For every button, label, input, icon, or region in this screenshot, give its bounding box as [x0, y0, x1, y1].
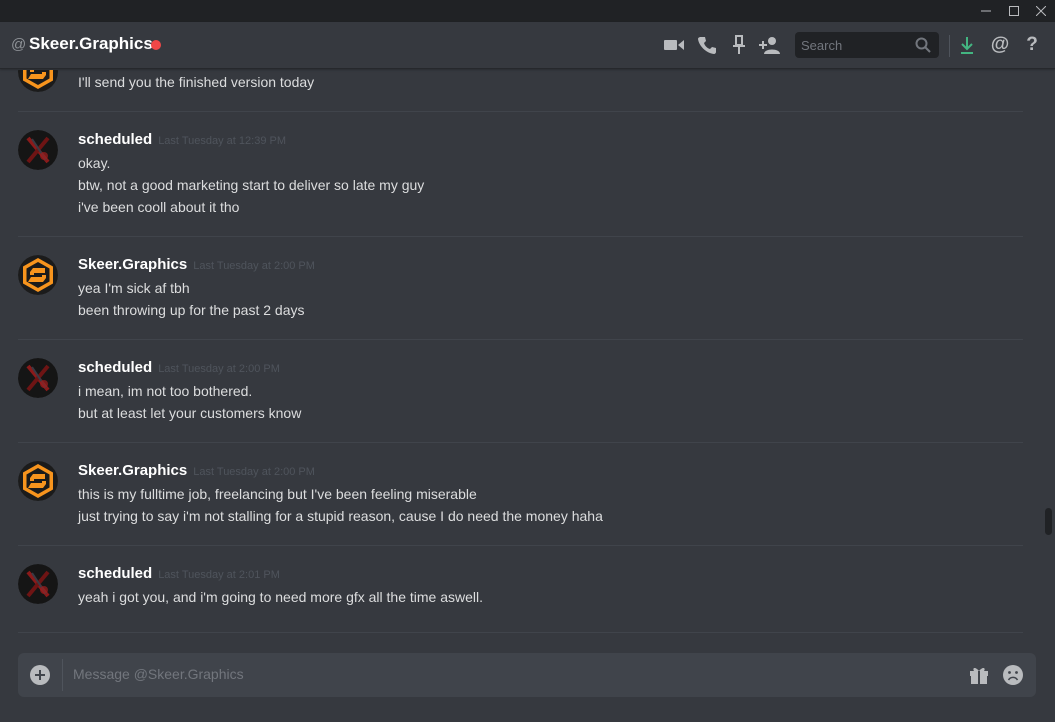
search-input[interactable]: Search — [795, 32, 939, 58]
maximize-button[interactable] — [1000, 0, 1028, 22]
help-button[interactable]: ? — [1020, 33, 1044, 57]
download-icon — [961, 37, 973, 54]
help-icon: ? — [1026, 34, 1038, 55]
video-icon — [664, 40, 684, 50]
avatar[interactable] — [18, 70, 58, 92]
phone-icon — [698, 37, 716, 54]
message-text: yeah i got you, and i'm going to need mo… — [78, 589, 484, 605]
mention-icon: @ — [990, 34, 1010, 55]
composer-divider — [62, 659, 63, 691]
avatar[interactable] — [18, 461, 58, 501]
channel-name[interactable]: Skeer.Graphics — [29, 34, 153, 54]
message-author[interactable]: scheduled Last Tuesday at 12:39 PM — [78, 131, 286, 148]
avatar[interactable] — [18, 564, 58, 604]
scheduled-avatar-icon — [18, 130, 58, 170]
author-name[interactable]: scheduled — [78, 131, 152, 148]
skeer-graphics-logo-icon — [18, 70, 58, 92]
close-icon — [1036, 6, 1046, 16]
message-timestamp: Last Tuesday at 12:39 PM — [158, 135, 286, 147]
download-button[interactable] — [955, 33, 979, 57]
message-divider — [18, 442, 1023, 443]
message-text: i've been cooll about it tho — [78, 199, 240, 215]
maximize-icon — [1009, 6, 1019, 16]
close-button[interactable] — [1027, 0, 1055, 22]
message-author[interactable]: Skeer.Graphics Last Tuesday at 2:00 PM — [78, 462, 315, 479]
message-author[interactable]: scheduled Last Tuesday at 2:01 PM — [78, 565, 280, 582]
message-text: I'll send you the finished version today — [78, 74, 315, 90]
pinned-messages-button[interactable] — [727, 33, 751, 57]
emoji-button[interactable] — [1002, 664, 1024, 691]
avatar[interactable] — [18, 255, 58, 295]
author-name[interactable]: scheduled — [78, 565, 152, 582]
emoji-icon — [1003, 665, 1023, 685]
scrollbar-track[interactable] — [1044, 70, 1052, 640]
message-text: just trying to say i'm not stalling for … — [78, 508, 603, 524]
message-divider — [18, 545, 1023, 546]
message-divider — [18, 339, 1023, 340]
status-badge — [151, 40, 161, 50]
message-text: but at least let your customers know — [78, 405, 302, 421]
dm-at-symbol: @ — [11, 36, 27, 53]
message-text: yea I'm sick af tbh — [78, 280, 190, 296]
message-divider — [18, 111, 1023, 112]
search-icon — [915, 37, 931, 53]
minimize-icon — [981, 10, 991, 12]
message-timestamp: Last Tuesday at 2:00 PM — [193, 260, 315, 272]
author-name[interactable]: Skeer.Graphics — [78, 462, 187, 479]
window-titlebar — [0, 0, 1055, 22]
channel-header: @ Skeer.Graphics Search @ ? — [0, 22, 1055, 69]
video-call-button[interactable] — [662, 33, 686, 57]
message-divider — [18, 236, 1023, 237]
header-divider — [949, 35, 950, 57]
message-composer[interactable]: Message @Skeer.Graphics — [18, 653, 1036, 697]
message-timestamp: Last Tuesday at 2:01 PM — [158, 569, 280, 581]
scheduled-avatar-icon — [18, 564, 58, 604]
search-placeholder: Search — [801, 38, 843, 53]
upload-button[interactable] — [30, 665, 50, 685]
message-timestamp: Last Tuesday at 2:00 PM — [193, 466, 315, 478]
gift-button[interactable] — [968, 664, 990, 691]
message-list[interactable]: I'll send you the finished version today… — [0, 70, 1040, 640]
author-name[interactable]: scheduled — [78, 359, 152, 376]
author-name[interactable]: Skeer.Graphics — [78, 256, 187, 273]
message-text: i mean, im not too bothered. — [78, 383, 253, 399]
message-input[interactable]: Message @Skeer.Graphics — [73, 666, 244, 682]
message-timestamp: Last Tuesday at 2:00 PM — [158, 363, 280, 375]
message-text: this is my fulltime job, freelancing but… — [78, 486, 477, 502]
plus-icon — [35, 670, 45, 680]
message-text: btw, not a good marketing start to deliv… — [78, 177, 425, 193]
avatar[interactable] — [18, 358, 58, 398]
pin-icon — [733, 35, 745, 54]
voice-call-button[interactable] — [695, 33, 719, 57]
avatar[interactable] — [18, 130, 58, 170]
message-author[interactable]: Skeer.Graphics Last Tuesday at 2:00 PM — [78, 256, 315, 273]
message-divider — [18, 632, 1023, 633]
message-text: been throwing up for the past 2 days — [78, 302, 305, 318]
add-friend-icon — [759, 37, 780, 54]
add-friend-button[interactable] — [758, 33, 782, 57]
scheduled-avatar-icon — [18, 358, 58, 398]
message-author[interactable]: scheduled Last Tuesday at 2:00 PM — [78, 359, 280, 376]
message-text: okay. — [78, 155, 111, 171]
scrollbar-thumb[interactable] — [1045, 508, 1052, 535]
minimize-button[interactable] — [972, 0, 1000, 22]
skeer-graphics-logo-icon — [18, 461, 58, 501]
gift-icon — [970, 667, 988, 684]
skeer-graphics-logo-icon — [18, 255, 58, 295]
mentions-button[interactable]: @ — [988, 33, 1012, 57]
